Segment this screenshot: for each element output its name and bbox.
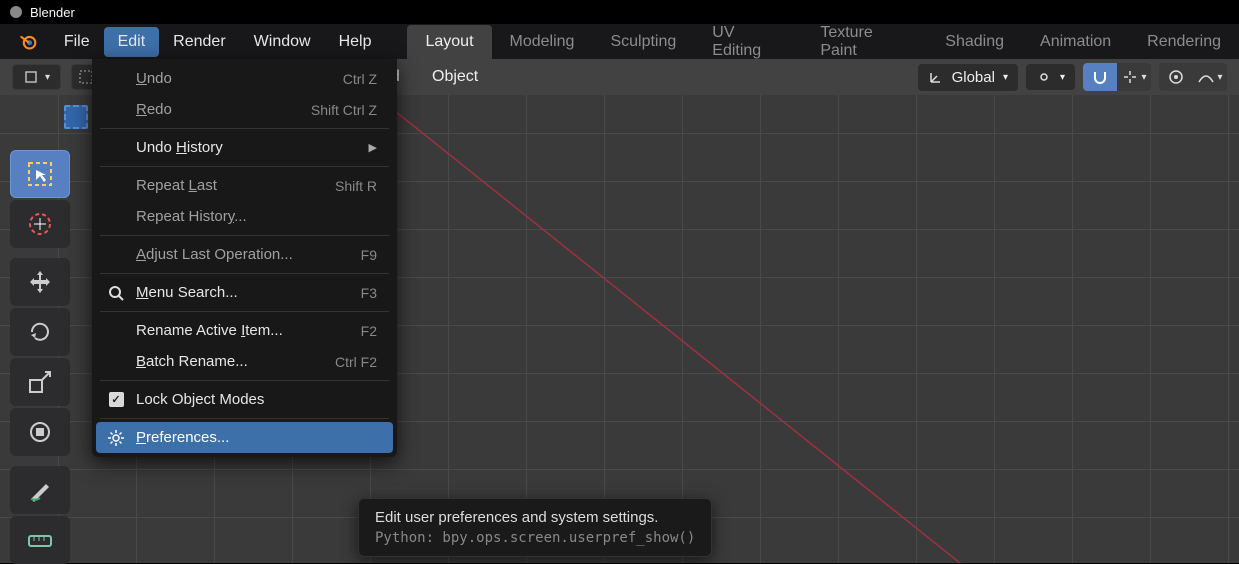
- tooltip-python: Python: bpy.ops.screen.userpref_show(): [375, 530, 695, 546]
- menu-separator: [100, 380, 389, 381]
- menu-item-menu-search[interactable]: Menu Search... F3: [96, 277, 393, 308]
- gear-icon: [106, 429, 126, 447]
- rotate-tool[interactable]: [10, 308, 70, 356]
- menu-edit[interactable]: Edit: [104, 27, 160, 57]
- menu-window[interactable]: Window: [240, 27, 325, 57]
- menu-separator: [100, 273, 389, 274]
- falloff-icon[interactable]: ▾: [1193, 63, 1227, 91]
- menu-item-batch-rename[interactable]: Batch Rename... Ctrl F2: [96, 346, 393, 377]
- menu-item-label: Batch Rename...: [136, 353, 248, 370]
- menu-item-label: Preferences...: [136, 429, 229, 446]
- magnet-icon[interactable]: [1083, 63, 1117, 91]
- tab-layout[interactable]: Layout: [407, 25, 491, 59]
- cursor-tool[interactable]: [10, 200, 70, 248]
- top-menubar: FileEditRenderWindowHelp LayoutModelingS…: [0, 24, 1239, 59]
- tab-modeling[interactable]: Modeling: [492, 25, 593, 59]
- move-tool[interactable]: [10, 258, 70, 306]
- scale-tool[interactable]: [10, 358, 70, 406]
- submenu-arrow-icon: ▶: [369, 141, 377, 154]
- chevron-down-icon: ▾: [1060, 72, 1065, 83]
- menu-render[interactable]: Render: [159, 27, 239, 57]
- x-axis-line: [300, 95, 1200, 563]
- tool-shelf: [10, 150, 70, 564]
- menu-item-adjust-last-operation[interactable]: Adjust Last Operation... F9: [96, 239, 393, 270]
- menu-help[interactable]: Help: [325, 27, 386, 57]
- blender-logo-icon: [18, 32, 38, 52]
- menu-separator: [100, 166, 389, 167]
- menu-shortcut: Ctrl Z: [343, 71, 377, 87]
- orientation-icon: [928, 69, 944, 85]
- menu-item-lock-object-modes[interactable]: ✓ Lock Object Modes: [96, 384, 393, 415]
- proportional-editing-group[interactable]: ▾: [1159, 63, 1227, 91]
- menu-shortcut: Ctrl F2: [335, 354, 377, 370]
- orientation-label: Global: [952, 69, 995, 86]
- tooltip-description: Edit user preferences and system setting…: [375, 509, 695, 526]
- menu-item-rename-active-item[interactable]: Rename Active Item... F2: [96, 315, 393, 346]
- menu-item-repeat-last[interactable]: Repeat Last Shift R: [96, 170, 393, 201]
- menu-item-label: Menu Search...: [136, 284, 238, 301]
- menu-shortcut: F2: [361, 323, 377, 339]
- snap-toggle-group[interactable]: ▾: [1083, 63, 1151, 91]
- menu-item-redo[interactable]: Redo Shift Ctrl Z: [96, 94, 393, 125]
- chevron-down-icon: ▾: [1003, 72, 1008, 83]
- chevron-down-icon: ▾: [45, 72, 50, 83]
- menu-separator: [100, 311, 389, 312]
- menu-item-label: Repeat Last: [136, 177, 217, 194]
- tooltip-preferences: Edit user preferences and system setting…: [358, 498, 712, 557]
- tab-shading[interactable]: Shading: [927, 25, 1022, 59]
- menu-item-label: Lock Object Modes: [136, 391, 264, 408]
- tab-rendering[interactable]: Rendering: [1129, 25, 1239, 59]
- menu-item-label: Rename Active Item...: [136, 322, 283, 339]
- menu-item-label: Undo History: [136, 139, 223, 156]
- menu-item-label: Undo: [136, 70, 172, 87]
- app-title: Blender: [30, 5, 75, 20]
- box-select-widget[interactable]: [64, 105, 88, 129]
- menu-separator: [100, 128, 389, 129]
- menu-shortcut: Shift R: [335, 178, 377, 194]
- tab-sculpting[interactable]: Sculpting: [592, 25, 694, 59]
- tab-animation[interactable]: Animation: [1022, 25, 1129, 59]
- snap-mode-icon[interactable]: ▾: [1117, 63, 1151, 91]
- menu-shortcut: F9: [361, 247, 377, 263]
- link-icon: [1036, 69, 1052, 85]
- search-icon: [106, 284, 126, 302]
- transform-tool[interactable]: [10, 408, 70, 456]
- proportional-icon[interactable]: [1159, 63, 1193, 91]
- pivot-dropdown[interactable]: ▾: [1026, 64, 1075, 90]
- menu-item-preferences[interactable]: Preferences...: [96, 422, 393, 453]
- menu-file[interactable]: File: [50, 27, 104, 57]
- measure-tool[interactable]: [10, 516, 70, 564]
- transform-orientation-dropdown[interactable]: Global ▾: [918, 64, 1018, 91]
- menu-item-label: Adjust Last Operation...: [136, 246, 293, 263]
- menu-shortcut: F3: [361, 285, 377, 301]
- annotate-tool[interactable]: [10, 466, 70, 514]
- menu-item-repeat-history[interactable]: Repeat History...: [96, 201, 393, 232]
- edit-menu-dropdown: Undo Ctrl Z Redo Shift Ctrl Z Undo History ▶ R…: [92, 59, 397, 457]
- object-menu[interactable]: Object: [432, 68, 478, 86]
- select-box-tool[interactable]: [10, 150, 70, 198]
- menu-item-undo-history[interactable]: Undo History ▶: [96, 132, 393, 163]
- menu-shortcut: Shift Ctrl Z: [311, 102, 377, 118]
- menu-separator: [100, 418, 389, 419]
- checkbox-checked-icon: ✓: [106, 392, 126, 407]
- menu-separator: [100, 235, 389, 236]
- mode-selector[interactable]: ▾: [12, 64, 61, 90]
- app-icon: [10, 6, 22, 18]
- window-titlebar: Blender: [0, 0, 1239, 24]
- menu-item-undo[interactable]: Undo Ctrl Z: [96, 63, 393, 94]
- menu-item-label: Redo: [136, 101, 172, 118]
- menu-item-label: Repeat History...: [136, 208, 247, 225]
